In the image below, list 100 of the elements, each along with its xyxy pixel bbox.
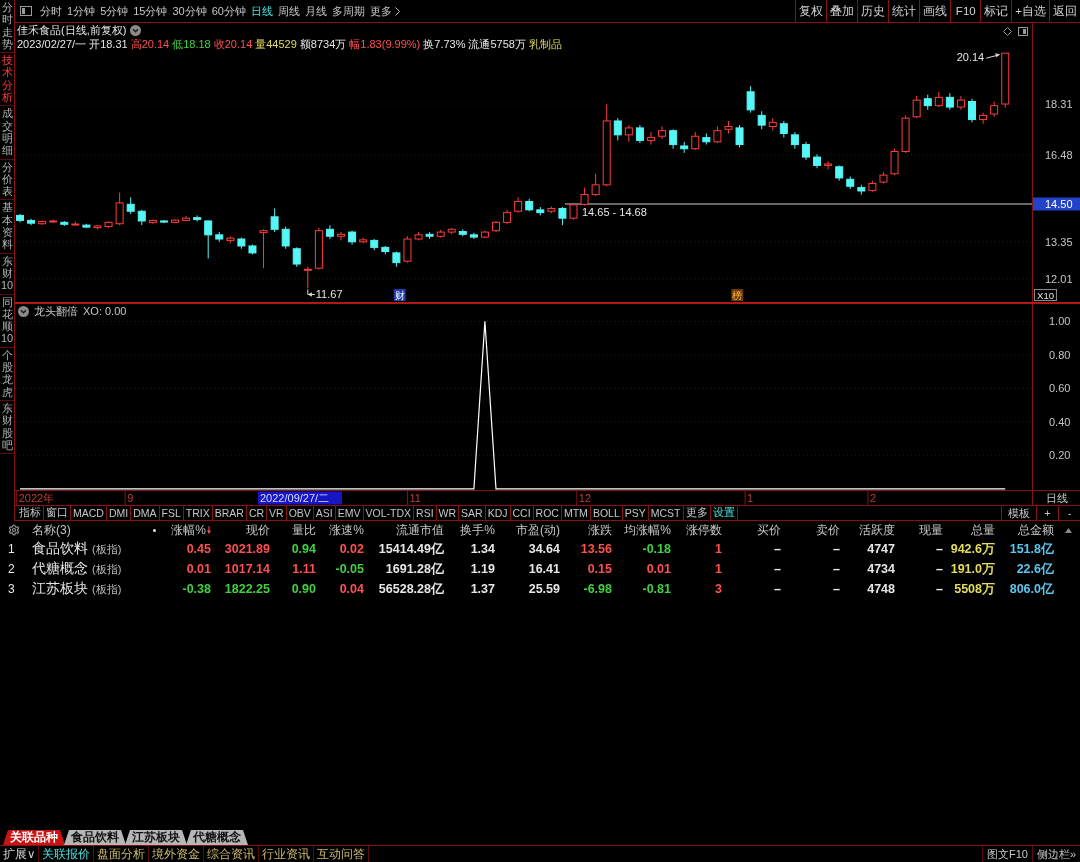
diamond-icon[interactable] <box>1003 27 1012 36</box>
period-tab[interactable]: 更多 <box>368 1 402 21</box>
bottom-tab[interactable]: 食品饮料 <box>64 830 126 845</box>
indicator-name: 龙头翻倍 <box>34 303 78 319</box>
tool-button[interactable]: +自选 <box>1011 0 1049 22</box>
tool-button[interactable]: 标记 <box>980 0 1012 22</box>
event-marker[interactable]: 财 <box>393 289 406 301</box>
indicator-tab[interactable]: 更多 <box>683 506 711 520</box>
side-tab[interactable]: 东财10 <box>0 253 14 295</box>
indicator-tab[interactable]: 窗口 <box>44 506 71 520</box>
column-header[interactable]: 涨幅% <box>160 521 213 539</box>
indicator-tab[interactable]: VR <box>267 506 287 520</box>
period-tab[interactable]: 分时 <box>38 1 64 21</box>
column-header[interactable]: 总量 <box>945 521 997 539</box>
tool-button[interactable]: F10 <box>950 0 981 22</box>
indicator-tab[interactable]: MACD <box>71 506 107 520</box>
indicator-tab[interactable]: SAR <box>459 506 486 520</box>
side-button[interactable]: 侧边栏» <box>1031 846 1080 862</box>
column-header[interactable]: 换手% <box>446 521 497 539</box>
period-tab[interactable]: 月线 <box>303 1 329 21</box>
bottom-tab[interactable]: 江苏板块 <box>125 830 187 845</box>
period-tab[interactable]: 多周期 <box>330 1 367 21</box>
side-tab[interactable]: 技术分析 <box>0 53 14 107</box>
indicator-tab[interactable]: PSY <box>622 506 649 520</box>
indicator-tab[interactable]: RSI <box>414 506 437 520</box>
column-header[interactable]: 卖价 <box>783 521 842 539</box>
indicator-tab[interactable]: ROC <box>533 506 562 520</box>
indicator-tab[interactable]: FSL <box>159 506 184 520</box>
column-header[interactable]: 涨停数 <box>673 521 724 539</box>
column-header[interactable]: 买价 <box>724 521 783 539</box>
template-button[interactable]: + <box>1036 506 1058 520</box>
tool-button[interactable]: 历史 <box>857 0 889 22</box>
bottom-bar-tab[interactable]: 综合资讯 <box>204 846 260 862</box>
bottom-bar-tab[interactable]: 关联报价 <box>39 846 95 862</box>
indicator-tab[interactable]: CCI <box>510 506 534 520</box>
indicator-tab[interactable]: TRIX <box>183 506 213 520</box>
scroll-up-icon[interactable] <box>1064 527 1072 533</box>
indicator-tab[interactable]: BRAR <box>212 506 247 520</box>
bottom-bar-tab[interactable]: 境外资金 <box>149 846 205 862</box>
indicator-tab[interactable]: BOLL <box>590 506 623 520</box>
indicator-tab[interactable]: CR <box>246 506 268 520</box>
indicator-tab[interactable]: ASI <box>313 506 336 520</box>
indicator-tab[interactable]: 指标 <box>17 506 44 520</box>
period-tab[interactable]: 5分钟 <box>98 1 131 21</box>
column-header[interactable]: 现价 <box>213 521 272 539</box>
panel-left-icon[interactable] <box>20 6 32 16</box>
chevron-down-circle-icon[interactable] <box>18 305 29 317</box>
side-tab[interactable]: 个股龙虎 <box>0 347 14 401</box>
bottom-bar-tab[interactable]: 行业资讯 <box>259 846 315 862</box>
side-button[interactable]: 图文F10 <box>981 846 1032 862</box>
bottom-tab[interactable]: 关联品种 <box>3 830 65 845</box>
column-header[interactable]: 量比 <box>272 521 318 539</box>
period-tab[interactable]: 60分钟 <box>209 1 248 21</box>
indicator-tab[interactable]: MCST <box>648 506 684 520</box>
indicator-tab[interactable]: KDJ <box>485 506 511 520</box>
period-tab[interactable]: 30分钟 <box>170 1 209 21</box>
indicator-tab[interactable]: 设置 <box>710 506 738 520</box>
column-header[interactable]: 流通市值 <box>366 521 446 539</box>
column-header[interactable]: 现量 <box>897 521 945 539</box>
expand-button[interactable]: 扩展∨ <box>0 846 40 862</box>
bottom-bar-tab[interactable]: 盘面分析 <box>94 846 150 862</box>
period-tab[interactable]: 15分钟 <box>131 1 170 21</box>
tool-button[interactable]: 画线 <box>919 0 951 22</box>
column-header[interactable]: 活跃度 <box>842 521 897 539</box>
tool-button[interactable]: 叠加 <box>826 0 858 22</box>
indicator-tab[interactable]: VOL-TDX <box>363 506 415 520</box>
period-tab[interactable]: 1分钟 <box>65 1 98 21</box>
chevron-down-circle-icon[interactable] <box>130 24 142 36</box>
window-icon[interactable] <box>1018 27 1028 36</box>
side-tab[interactable]: 东财股吧 <box>0 400 14 455</box>
event-marker[interactable]: 榜 <box>731 289 744 301</box>
column-header[interactable]: 涨跌 <box>562 521 614 539</box>
bottom-tab[interactable]: 代糖概念 <box>186 830 248 845</box>
period-tab[interactable]: 周线 <box>276 1 302 21</box>
column-header[interactable]: 涨速% <box>318 521 366 539</box>
tool-button[interactable]: 统计 <box>888 0 920 22</box>
indicator-tab[interactable]: DMI <box>106 506 132 520</box>
axis-label: 16.48 <box>1045 148 1073 161</box>
tool-button[interactable]: 复权 <box>795 0 827 22</box>
indicator-tab[interactable]: WR <box>436 506 460 520</box>
side-tab[interactable]: 分价表 <box>0 159 14 201</box>
tool-button[interactable]: 返回 <box>1049 0 1080 22</box>
indicator-tab[interactable]: MTM <box>561 506 591 520</box>
column-header[interactable]: 均涨幅% <box>614 521 673 539</box>
column-header[interactable]: 总金额 <box>997 521 1056 539</box>
indicator-tab[interactable]: EMV <box>335 506 364 520</box>
gear-icon[interactable] <box>8 524 20 536</box>
side-tab[interactable]: 基本资料 <box>0 200 14 254</box>
column-header[interactable]: 市盈(动) <box>497 521 562 539</box>
indicator-tab[interactable]: DMA <box>131 506 160 520</box>
side-tab[interactable]: 同花顺10 <box>0 294 14 348</box>
bottom-bar-tab[interactable]: 互动问答 <box>314 846 370 862</box>
column-header[interactable]: 名称(3) <box>28 521 148 539</box>
period-tab[interactable]: 日线 <box>249 1 275 21</box>
template-button[interactable]: - <box>1058 506 1080 520</box>
scale-label[interactable]: X10 <box>1034 289 1057 301</box>
side-tab[interactable]: 成交明细 <box>0 106 14 160</box>
indicator-tab[interactable]: OBV <box>286 506 314 520</box>
side-tab[interactable]: 分时走势 <box>0 0 14 54</box>
template-button[interactable]: 模板 <box>1001 506 1036 520</box>
